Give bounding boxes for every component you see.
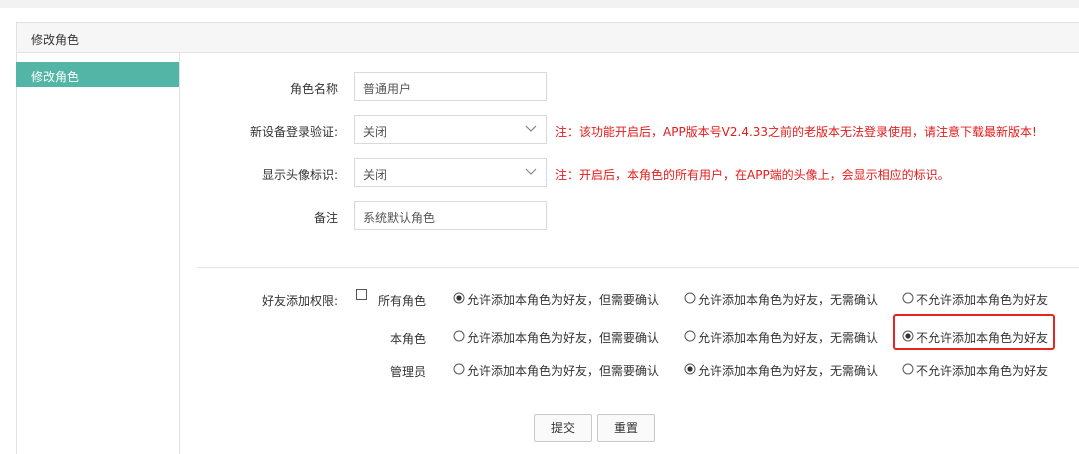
radio-icon[interactable]	[453, 363, 465, 375]
radio-option-label[interactable]: 允许添加本角色为好友，但需要确认	[467, 291, 659, 308]
device-verify-select[interactable]: 关闭	[354, 115, 547, 144]
device-verify-note: 注：该功能开启后，APP版本号V2.4.33之前的老版本无法登录使用，请注意下载…	[555, 125, 1037, 139]
chevron-down-icon	[525, 168, 537, 175]
role-name-label: 角色名称	[289, 82, 338, 96]
radio-icon[interactable]	[684, 330, 696, 342]
avatar-badge-label: 显示头像标识:	[261, 168, 338, 182]
avatar-badge-select[interactable]: 关闭	[354, 158, 547, 187]
divider	[197, 267, 1079, 268]
radio-selected-icon[interactable]	[684, 363, 696, 375]
sidebar-item-label: 修改角色	[31, 70, 80, 84]
row-name-admin: 管理员	[389, 365, 426, 379]
row-name-this-role: 本角色	[389, 332, 426, 346]
device-verify-label: 新设备登录验证:	[249, 125, 338, 139]
panel-header	[16, 22, 1079, 53]
radio-icon[interactable]	[902, 363, 914, 375]
avatar-badge-note: 注：开启后，本角色的所有用户，在APP端的头像上，会显示相应的标识。	[555, 168, 950, 182]
radio-option-label[interactable]: 允许添加本角色为好友，但需要确认	[467, 329, 659, 346]
sidebar	[16, 53, 180, 454]
remark-label: 备注	[313, 211, 338, 225]
radio-option-label[interactable]: 允许添加本角色为好友，但需要确认	[467, 362, 659, 379]
role-name-input[interactable]: 普通用户	[354, 72, 547, 101]
highlight-box	[893, 314, 1055, 350]
role-name-value: 普通用户	[363, 82, 412, 96]
all-roles-checkbox[interactable]	[356, 289, 367, 300]
radio-option-label[interactable]: 不允许添加本角色为好友	[916, 291, 1048, 308]
top-strip	[0, 0, 1079, 8]
radio-icon[interactable]	[902, 292, 914, 304]
radio-selected-icon[interactable]	[453, 292, 465, 304]
radio-option-label[interactable]: 允许添加本角色为好友，无需确认	[698, 291, 878, 308]
chevron-down-icon	[525, 125, 537, 132]
avatar-badge-value: 关闭	[363, 168, 388, 182]
panel-title: 修改角色	[31, 33, 80, 47]
submit-button[interactable]: 提交	[534, 414, 592, 442]
radio-icon[interactable]	[453, 330, 465, 342]
all-roles-label: 所有角色	[378, 294, 427, 308]
friend-permission-label: 好友添加权限:	[261, 294, 338, 308]
remark-value: 系统默认角色	[363, 211, 436, 225]
radio-option-label[interactable]: 允许添加本角色为好友，无需确认	[698, 329, 878, 346]
device-verify-value: 关闭	[363, 125, 388, 139]
radio-icon[interactable]	[684, 292, 696, 304]
reset-button[interactable]: 重置	[597, 414, 655, 442]
radio-option-label[interactable]: 允许添加本角色为好友，无需确认	[698, 362, 878, 379]
radio-option-label[interactable]: 不允许添加本角色为好友	[916, 362, 1048, 379]
remark-input[interactable]: 系统默认角色	[354, 201, 547, 230]
